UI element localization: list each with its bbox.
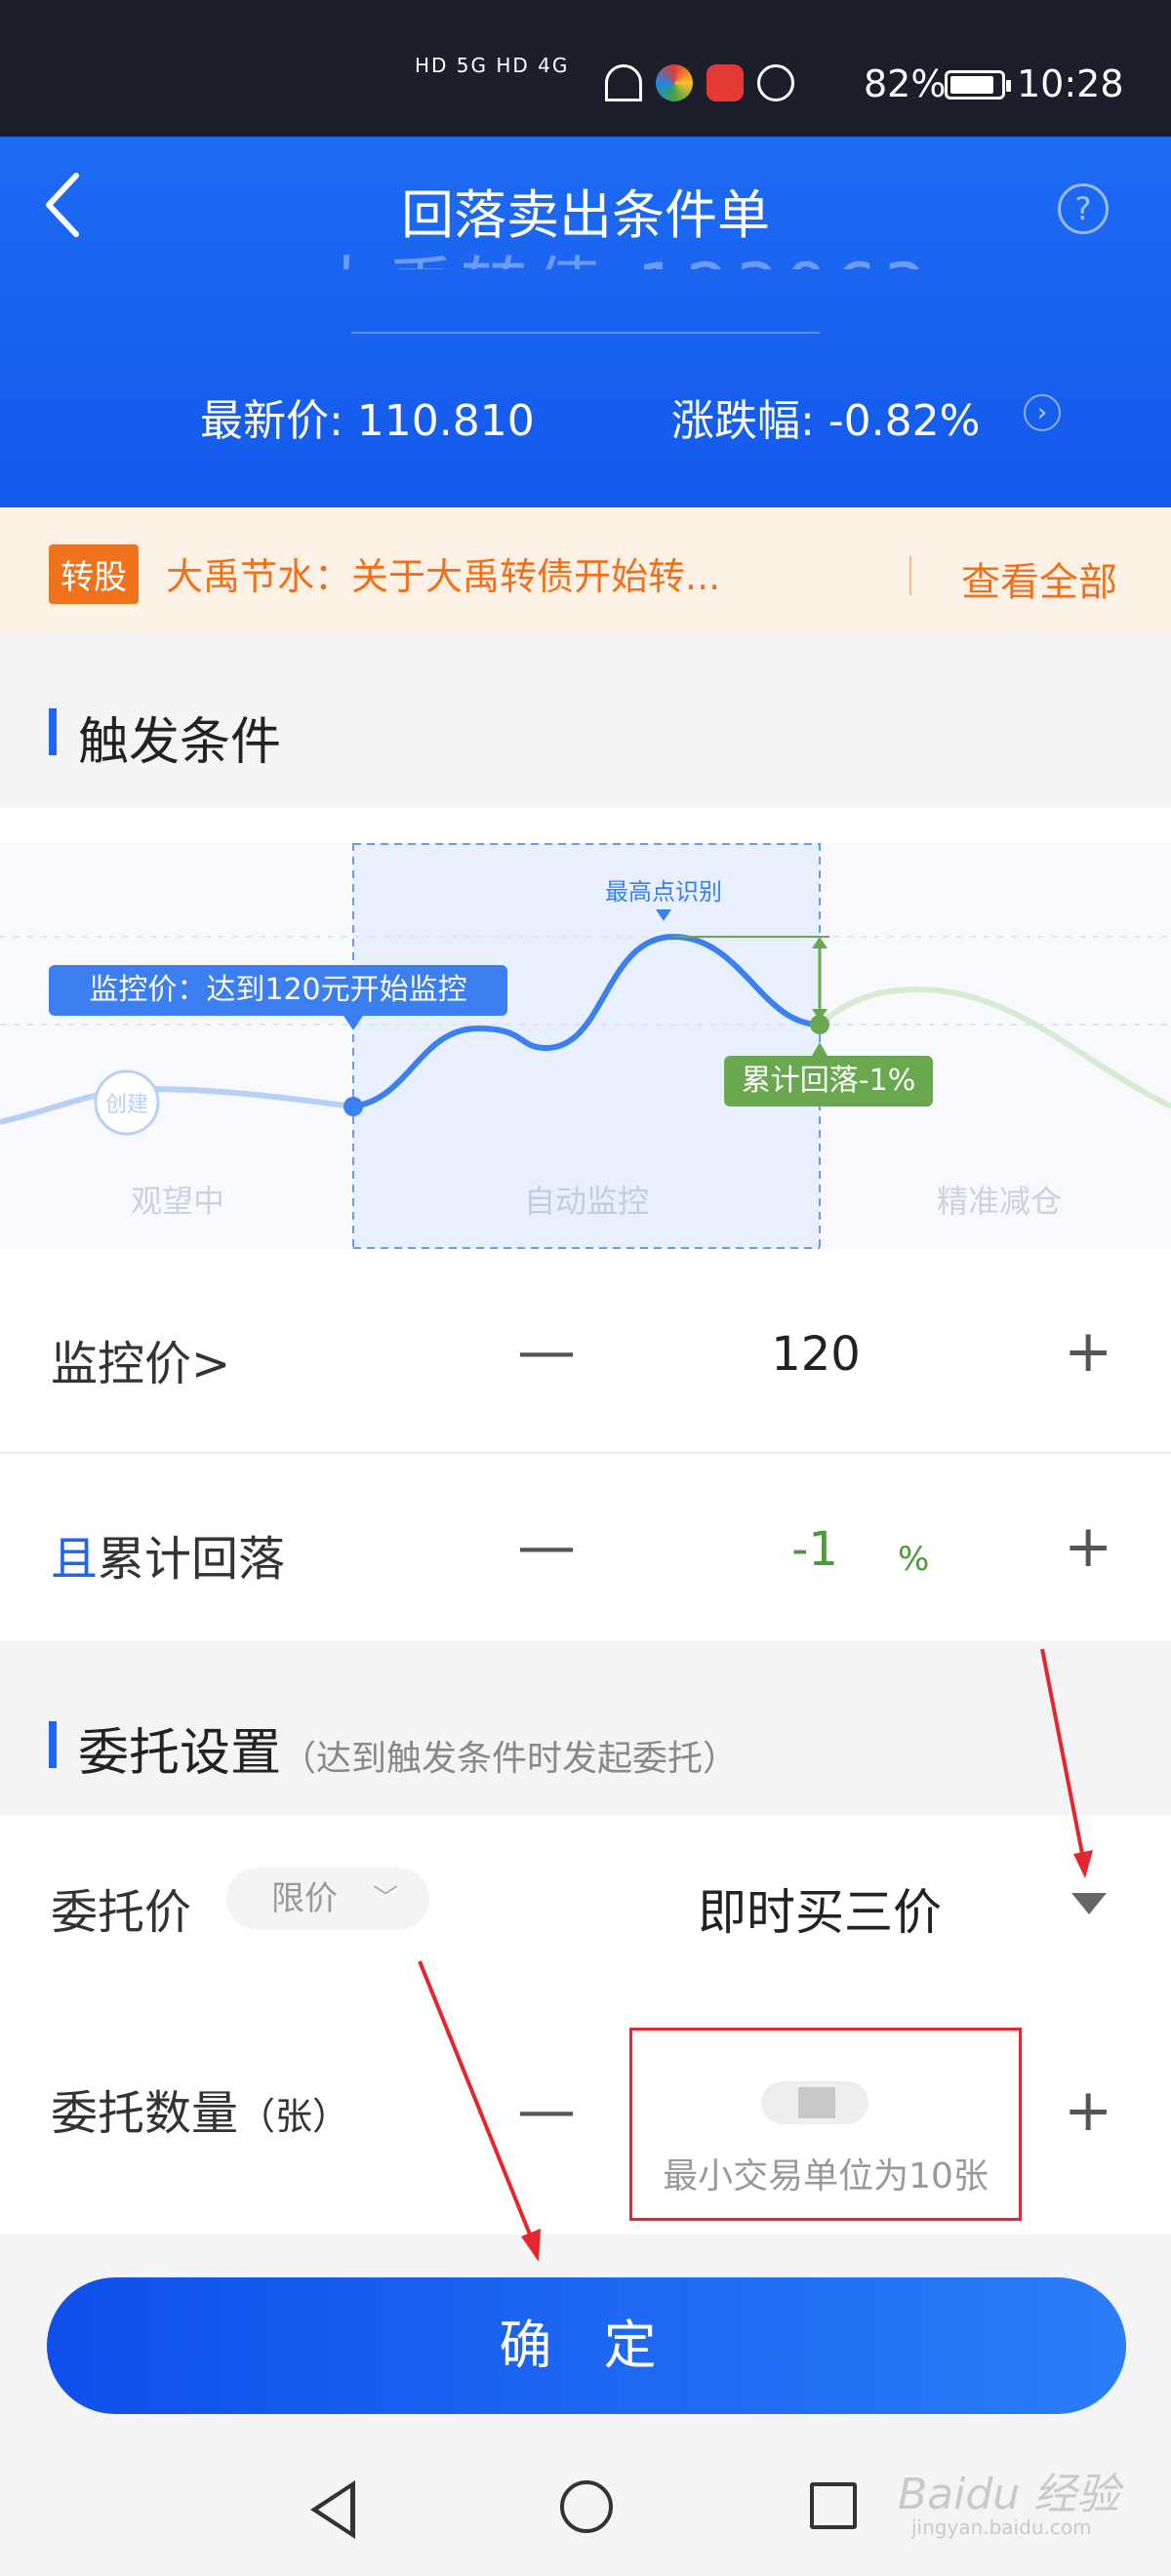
- annotation-arrows: [418, 1648, 1093, 2262]
- annotation-arrow-1-head: [1073, 1850, 1093, 1878]
- annotation-arrow-2: [418, 1960, 534, 2240]
- annotation-arrow-1: [1040, 1648, 1085, 1860]
- annotation-arrow-2-head: [521, 2229, 541, 2262]
